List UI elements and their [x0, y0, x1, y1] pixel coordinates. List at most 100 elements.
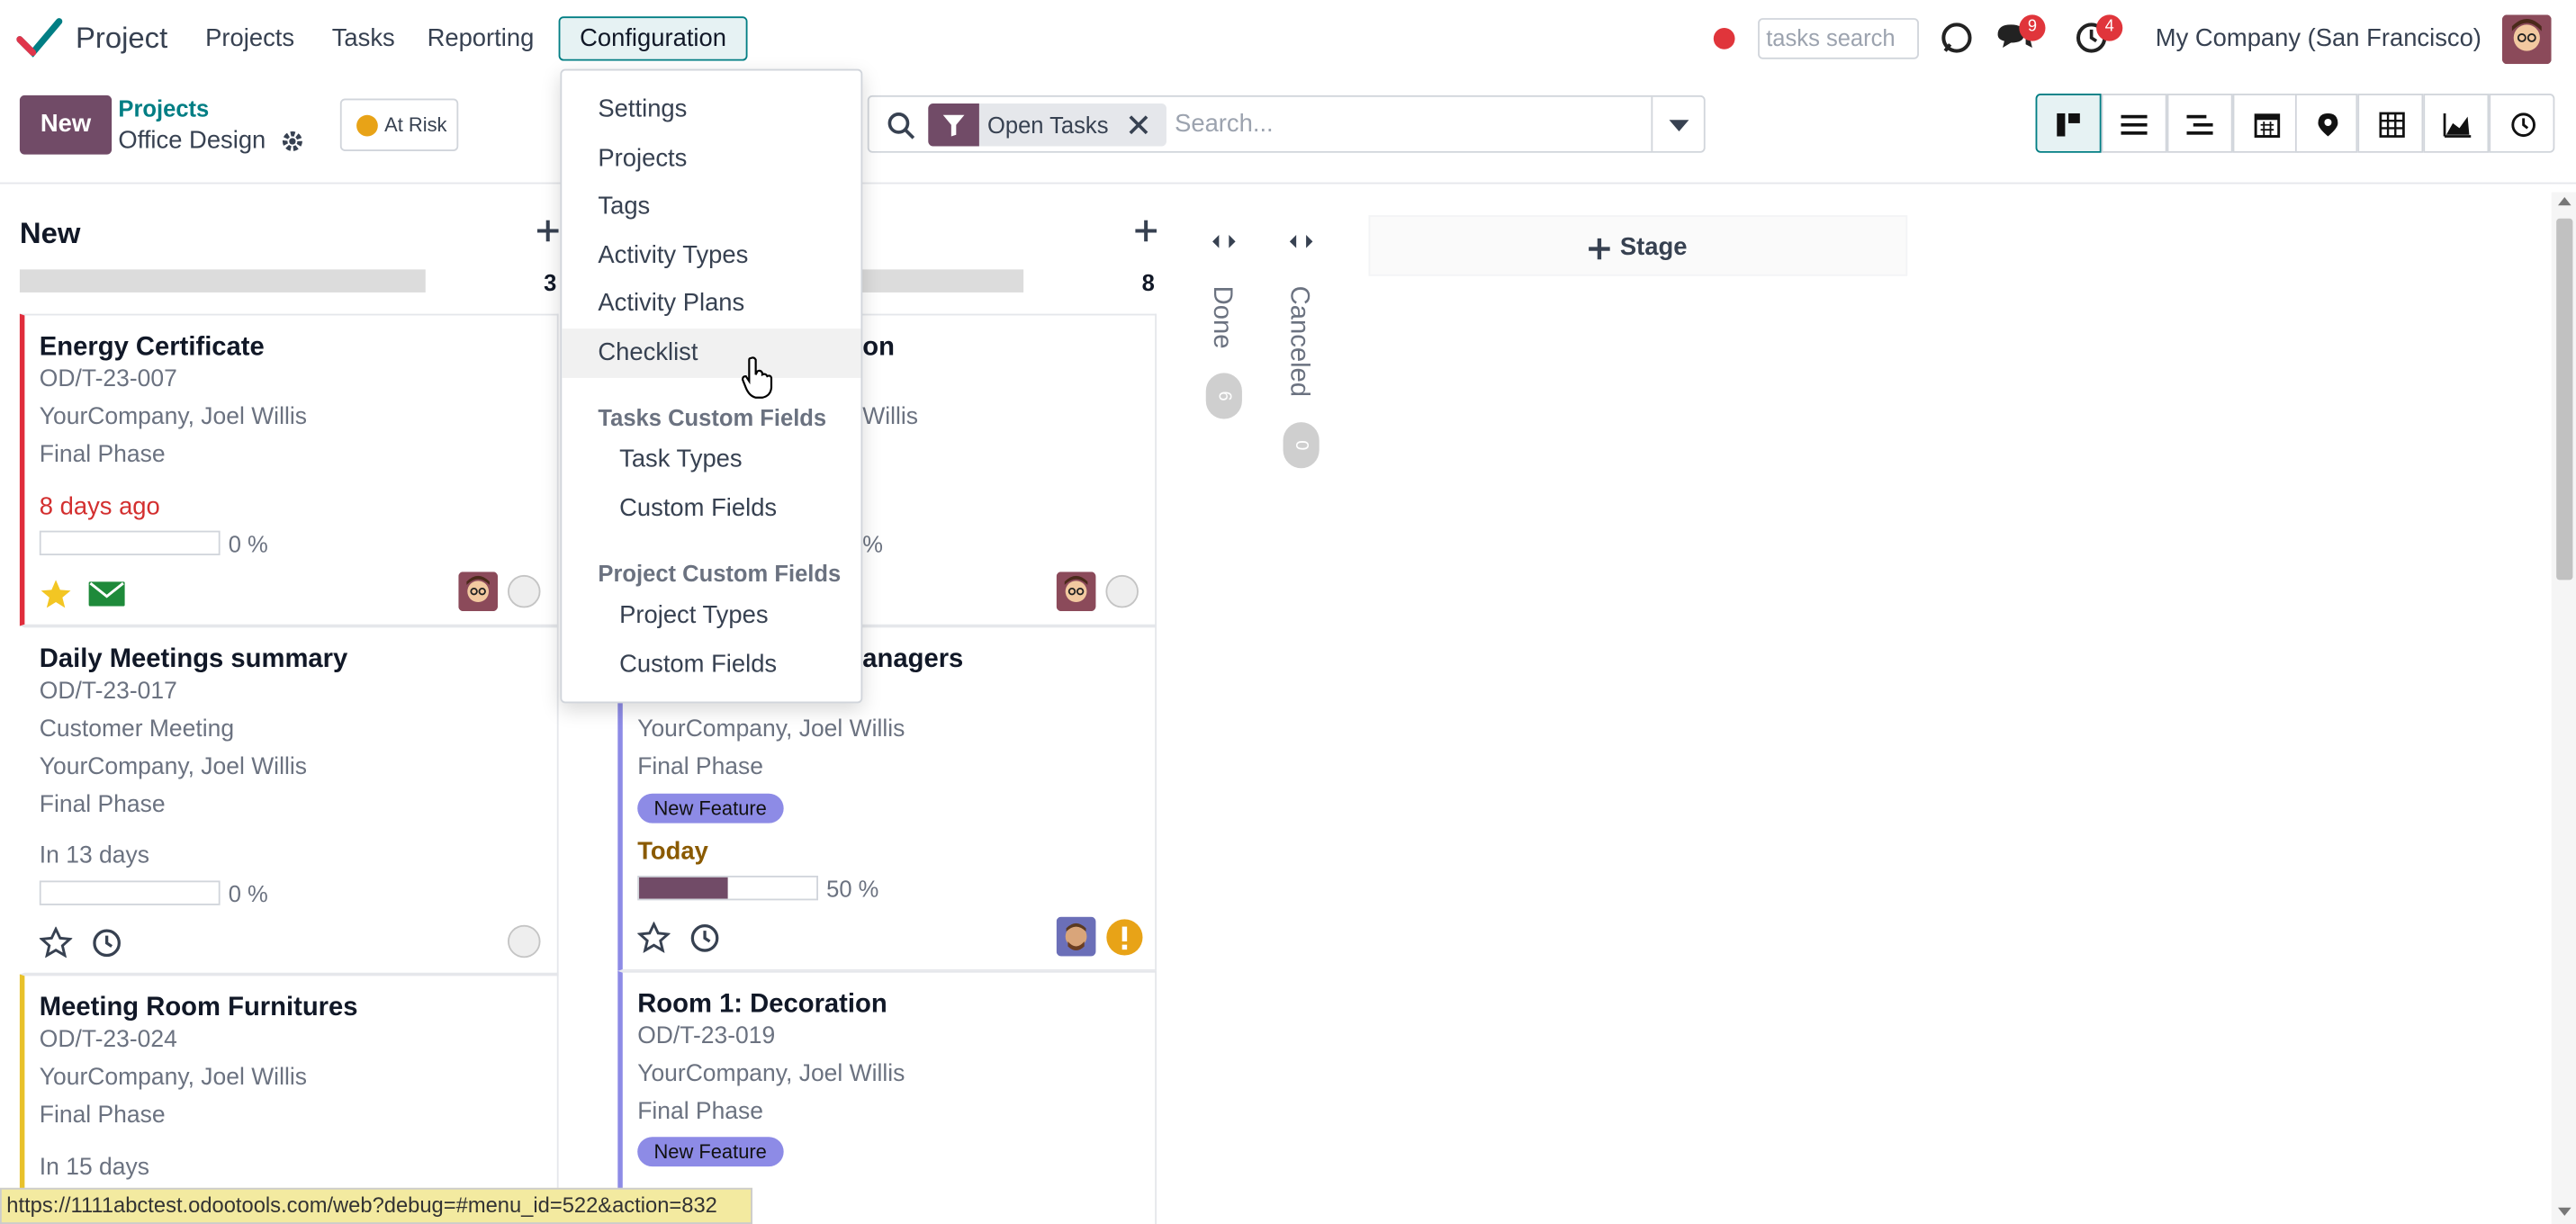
gear-icon[interactable]: [281, 130, 304, 153]
menu-item-activity-types[interactable]: Activity Types: [562, 231, 860, 281]
menu-item-settings[interactable]: Settings: [562, 86, 860, 135]
column-title-new[interactable]: New: [20, 217, 81, 251]
card-title: Energy Certificate: [39, 333, 265, 362]
project-status-label: At Risk: [384, 112, 447, 137]
view-gantt-button[interactable]: [2166, 94, 2233, 153]
card-title: Room 1: Decoration: [637, 990, 887, 1019]
menu-configuration[interactable]: Configuration: [558, 16, 748, 61]
unfold-column-icon[interactable]: [1211, 233, 1237, 249]
tasks-custom-fields-header: Tasks Custom Fields: [598, 404, 827, 431]
breadcrumb-projects[interactable]: Projects: [118, 95, 209, 122]
remove-facet-icon[interactable]: [1129, 115, 1148, 135]
star-filled-icon[interactable]: [40, 579, 73, 610]
star-outline-icon[interactable]: [39, 926, 73, 958]
view-graph-button[interactable]: [2423, 94, 2490, 153]
menu-item-activity-plans[interactable]: Activity Plans: [562, 279, 860, 328]
card-deadline: Today: [637, 838, 708, 867]
assignee-avatar[interactable]: [458, 572, 499, 612]
email-icon[interactable]: [88, 581, 125, 607]
menu-item-task-custom-fields[interactable]: Custom Fields: [562, 485, 860, 535]
recording-dot-icon[interactable]: [1713, 28, 1735, 50]
folded-count-done: 6: [1205, 373, 1242, 419]
menu-item-project-custom-fields[interactable]: Custom Fields: [562, 641, 860, 690]
card-customer: YourCompany, Joel Willis: [39, 404, 307, 431]
kanban-state-icon[interactable]: [1105, 574, 1139, 608]
column-add-icon[interactable]: [1135, 220, 1157, 242]
menu-projects[interactable]: Projects: [205, 24, 294, 52]
kanban-state-icon[interactable]: [508, 924, 541, 958]
add-stage-button[interactable]: Stage: [1368, 215, 1908, 276]
search-bar[interactable]: Open Tasks Search...: [867, 94, 1706, 153]
assignee-avatar[interactable]: [1056, 572, 1096, 612]
card-tag: New Feature: [637, 1137, 784, 1167]
project-status-button[interactable]: At Risk: [339, 98, 459, 151]
menu-item-projects[interactable]: Projects: [562, 135, 860, 184]
search-icon: [887, 112, 915, 140]
task-card[interactable]: Meeting Room Furnitures OD/T-23-024 Your…: [19, 974, 559, 1224]
card-customer-partial: Willis: [862, 404, 919, 431]
task-card[interactable]: Daily Meetings summary OD/T-23-017 Custo…: [19, 626, 559, 975]
card-title-partial: anagers: [862, 645, 964, 674]
folded-column-canceled[interactable]: Canceled: [1283, 286, 1312, 397]
search-options-caret-icon[interactable]: [1668, 118, 1691, 132]
scroll-up-icon[interactable]: [2556, 195, 2572, 207]
card-phase: Final Phase: [39, 442, 166, 469]
menu-reporting[interactable]: Reporting: [428, 24, 535, 52]
menu-item-checklist[interactable]: Checklist: [562, 328, 861, 378]
menu-item-task-types[interactable]: Task Types: [562, 436, 860, 485]
column-progress-bar[interactable]: [19, 269, 426, 292]
card-progress-bar: [637, 875, 818, 901]
control-panel-divider: [0, 182, 2576, 184]
activity-clock-icon: [2511, 112, 2535, 138]
search-input[interactable]: Search...: [1175, 110, 1274, 138]
menu-item-project-types[interactable]: Project Types: [562, 591, 860, 641]
tasks-search-input[interactable]: tasks search: [1758, 18, 1919, 59]
view-calendar-button[interactable]: [2232, 94, 2299, 153]
search-facet: Open Tasks: [928, 104, 1166, 147]
star-outline-icon[interactable]: [637, 922, 671, 953]
task-card[interactable]: Room 1: Decoration OD/T-23-019 YourCompa…: [617, 970, 1157, 1224]
column-count: 8: [1141, 269, 1155, 296]
column-count: 3: [544, 269, 557, 296]
card-tag: New Feature: [637, 793, 784, 824]
view-pivot-button[interactable]: [2357, 94, 2424, 153]
new-task-button[interactable]: New: [19, 94, 113, 155]
menu-tasks[interactable]: Tasks: [332, 24, 395, 52]
app-name[interactable]: Project: [76, 22, 167, 56]
view-activity-button[interactable]: [2489, 94, 2555, 153]
card-phase: Final Phase: [637, 1099, 763, 1126]
card-customer: YourCompany, Joel Willis: [637, 1061, 905, 1088]
warning-icon[interactable]: [1105, 918, 1143, 956]
scroll-down-icon[interactable]: [2556, 1206, 2572, 1218]
scrollbar-thumb[interactable]: [2556, 218, 2573, 580]
company-switcher[interactable]: My Company (San Francisco): [2156, 24, 2481, 52]
project-app-icon[interactable]: [16, 16, 63, 58]
menu-item-tags[interactable]: Tags: [562, 183, 860, 232]
card-customer: YourCompany, Joel Willis: [39, 1064, 307, 1092]
view-list-button[interactable]: [2101, 94, 2167, 153]
calendar-icon: [2254, 113, 2281, 138]
card-progress-bar: [39, 530, 221, 556]
card-reference: OD/T-23-007: [39, 366, 177, 393]
add-stage-label: Stage: [1619, 233, 1688, 262]
column-add-icon[interactable]: [536, 220, 559, 242]
card-title: Meeting Room Furnitures: [39, 994, 358, 1022]
user-avatar[interactable]: [2501, 14, 2552, 65]
configuration-dropdown: Settings Projects Tags Activity Types Ac…: [560, 68, 863, 704]
card-reference: OD/T-23-017: [39, 678, 177, 706]
card-title-partial: on: [862, 333, 895, 362]
task-card[interactable]: Energy Certificate OD/T-23-007 YourCompa…: [19, 313, 559, 626]
activity-clock-icon[interactable]: [92, 928, 122, 958]
activity-clock-icon[interactable]: [690, 923, 720, 953]
discuss-icon[interactable]: [1939, 20, 1975, 56]
card-phase: Final Phase: [637, 753, 763, 781]
card-progress-label: 50 %: [826, 875, 879, 903]
view-map-button[interactable]: [2294, 94, 2358, 153]
assignee-avatar[interactable]: [1056, 916, 1096, 957]
card-deadline: In 15 days: [39, 1155, 149, 1182]
unfold-column-icon[interactable]: [1288, 233, 1314, 249]
kanban-state-icon[interactable]: [508, 574, 541, 608]
folded-column-done[interactable]: Done: [1206, 286, 1236, 349]
plus-icon: [1589, 237, 1610, 259]
view-kanban-button[interactable]: [2035, 94, 2102, 153]
